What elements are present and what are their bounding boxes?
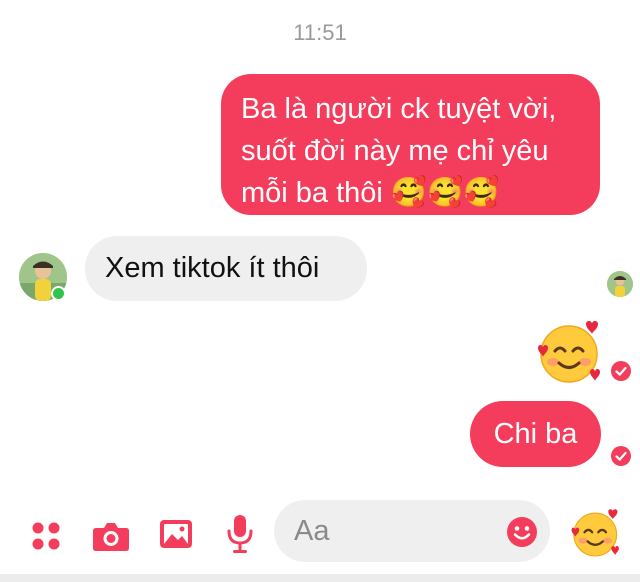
camera-icon[interactable] <box>92 519 130 553</box>
incoming-message-bubble[interactable]: Xem tiktok ít thôi <box>85 236 367 301</box>
timestamp: 11:51 <box>293 20 347 45</box>
outgoing-emoji-message[interactable] <box>536 318 604 386</box>
outgoing-message-bubble[interactable]: Chi ba <box>470 401 601 467</box>
image-icon[interactable] <box>159 517 193 551</box>
microphone-icon[interactable] <box>227 514 253 554</box>
delivered-check-icon <box>611 446 631 466</box>
send-emoji-button[interactable] <box>570 507 622 559</box>
message-line: Ba là người ck tuyệt vời, <box>241 93 557 125</box>
navigation-bar-strip <box>0 574 640 582</box>
menu-icon[interactable] <box>30 520 62 552</box>
seen-avatar <box>607 271 633 297</box>
smiley-icon[interactable] <box>506 516 538 548</box>
message-line: mỗi ba thôi 🥰🥰🥰 <box>241 177 500 209</box>
online-status-indicator <box>51 286 66 301</box>
delivered-check-icon <box>611 361 631 381</box>
message-composer[interactable] <box>274 500 550 562</box>
message-input[interactable] <box>294 513 494 549</box>
message-line: suốt đời này mẹ chỉ yêu <box>241 135 549 167</box>
outgoing-message-bubble[interactable]: Ba là người ck tuyệt vời, suốt đời này m… <box>221 74 600 215</box>
